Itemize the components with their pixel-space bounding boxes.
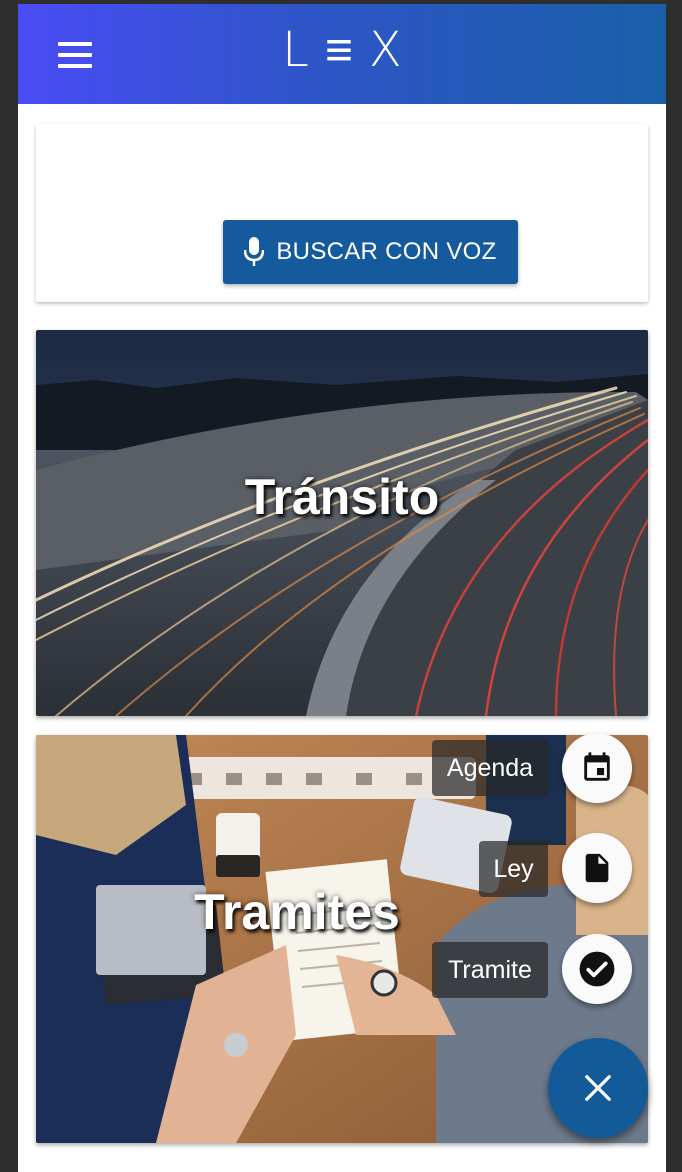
speed-dial-ley-button[interactable] bbox=[562, 833, 632, 903]
speed-dial-label-tramite[interactable]: Tramite bbox=[432, 942, 548, 998]
app-screen: L≡X BUSCAR CON VOZ Tránsito Tramites Age… bbox=[18, 4, 666, 1172]
app-header: L≡X bbox=[18, 4, 666, 104]
calendar-icon bbox=[584, 752, 610, 781]
app-logo: L≡X bbox=[282, 22, 418, 78]
speed-dial-label-ley[interactable]: Ley bbox=[479, 841, 548, 897]
speed-dial-tramite-button[interactable] bbox=[562, 934, 632, 1004]
close-icon bbox=[585, 1075, 611, 1101]
microphone-icon bbox=[244, 237, 265, 266]
speed-dial-close-button[interactable] bbox=[548, 1038, 648, 1138]
category-card-transito[interactable]: Tránsito bbox=[36, 330, 648, 716]
category-title: Tránsito bbox=[244, 469, 440, 525]
document-icon bbox=[585, 853, 609, 883]
check-circle-icon bbox=[579, 951, 615, 987]
voice-search-button[interactable]: BUSCAR CON VOZ bbox=[223, 220, 518, 284]
speed-dial-label-agenda[interactable]: Agenda bbox=[432, 740, 548, 796]
voice-search-label: BUSCAR CON VOZ bbox=[276, 238, 497, 265]
speed-dial-agenda-button[interactable] bbox=[562, 733, 632, 803]
voice-search-card: BUSCAR CON VOZ bbox=[36, 124, 648, 302]
category-title: Tramites bbox=[194, 884, 400, 940]
